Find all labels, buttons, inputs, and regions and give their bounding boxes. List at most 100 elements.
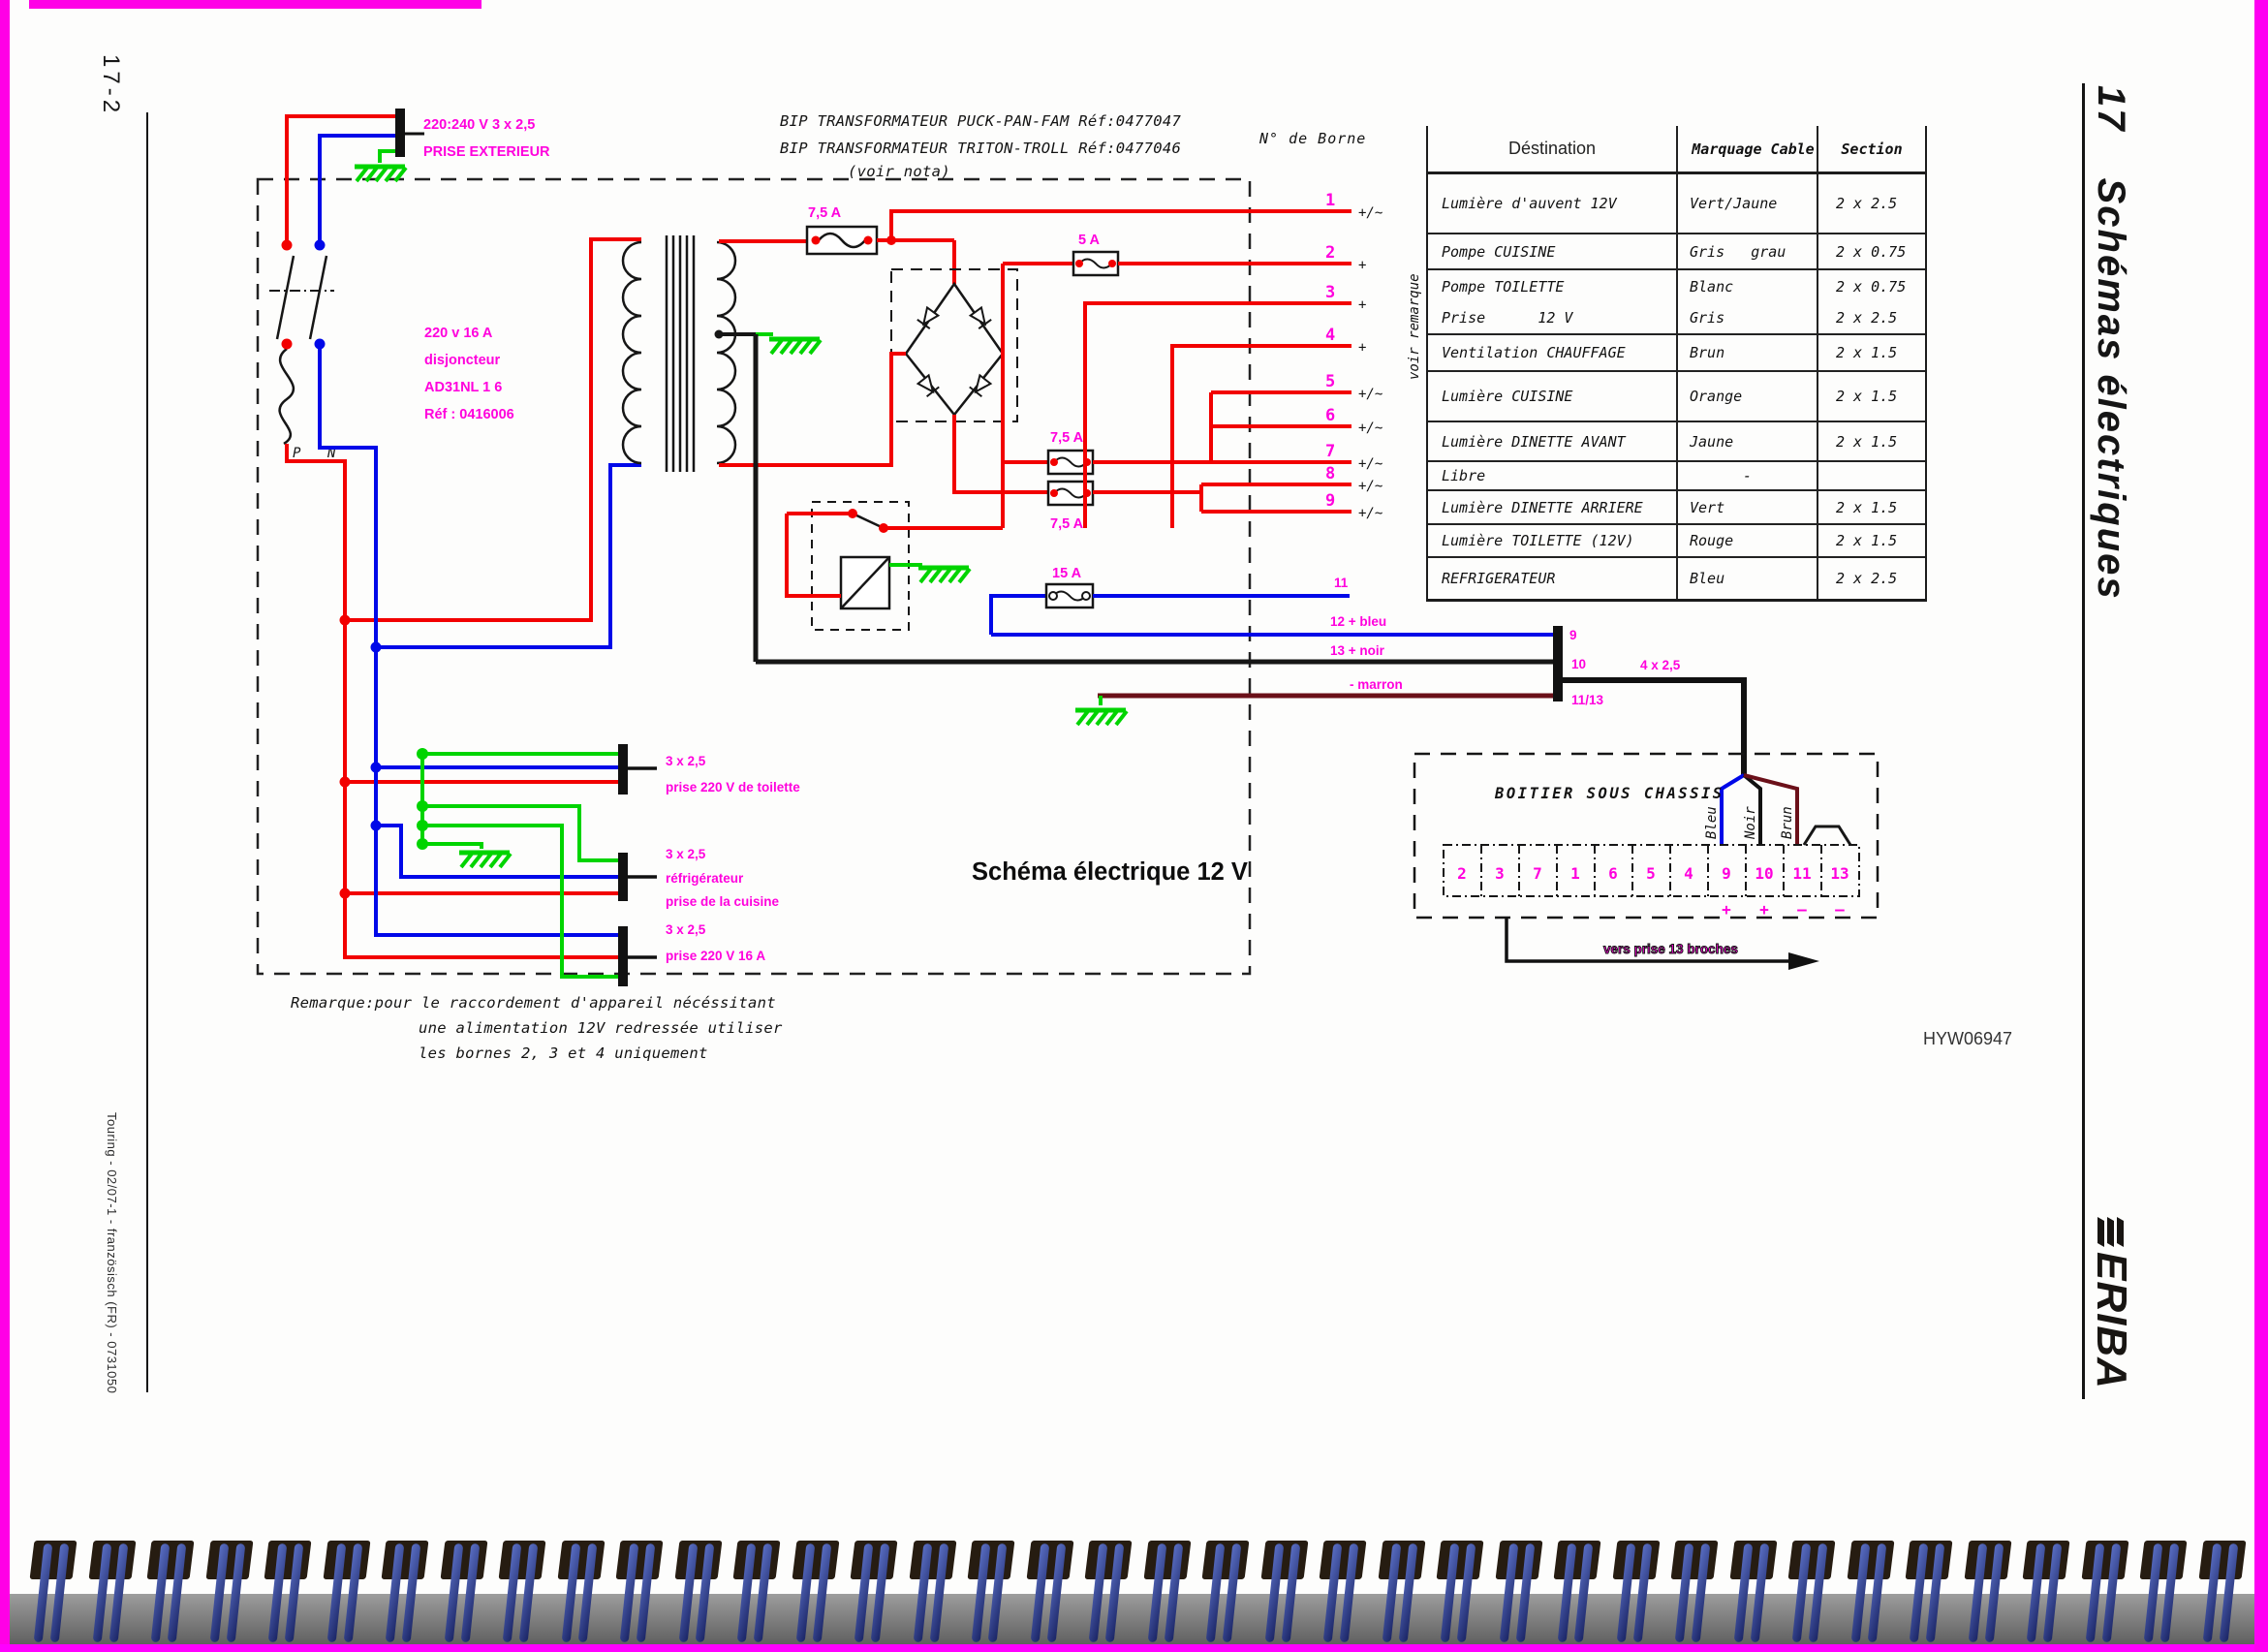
cell-marquage: Brun [1676, 335, 1817, 370]
link-11-label: 11 [1334, 576, 1349, 590]
chapter-number: 17 [2089, 85, 2132, 133]
socket2-size: 3 x 2,5 [666, 847, 706, 861]
breaker-label: 220 v 16 A disjoncteur AD31NL 1 6 Réf : … [424, 326, 514, 422]
pin-5: 5 [1646, 864, 1656, 883]
pin-3: 3 [1495, 864, 1505, 883]
bip-line-1: BIP TRANSFORMATEUR PUCK-PAN-FAM Réf:0477… [780, 112, 1182, 130]
borne-8-sym: +/~ [1358, 479, 1383, 494]
junction-1113-label: 11/13 [1571, 693, 1604, 707]
relay [787, 502, 1003, 630]
chapter-title: 17 Schémas électriques [2089, 85, 2132, 601]
table-header-marquage: Marquage Cable [1676, 126, 1817, 171]
borne-4: 4 [1325, 326, 1335, 345]
fuse-15a-label: 15 A [1052, 566, 1082, 581]
fuse-lower-label: 7,5 A [1050, 516, 1084, 532]
table-row: Lumière DINETTE AVANT Jaune 2 x 1.5 [1428, 422, 1925, 462]
socket2-label2: prise de la cuisine [666, 894, 780, 909]
cell-section: 2 x 1.5 [1817, 422, 1925, 460]
borne-7-sym: +/~ [1358, 456, 1383, 472]
drawing-code: HYW06947 [1923, 1029, 2012, 1049]
breaker-label-2: disjoncteur [424, 353, 501, 368]
socket-terminal-2 [618, 853, 628, 901]
cell-destination: REFRIGERATEUR [1428, 558, 1676, 599]
pin-2: 2 [1457, 864, 1467, 883]
pin-9: 9 [1722, 864, 1731, 883]
pin-13: 13 [1830, 864, 1849, 883]
mains-supply: 220:240 V 3 x 2,5 PRISE EXTERIEUR [287, 109, 550, 245]
breaker-label-3: AD31NL 1 6 [424, 380, 502, 395]
borne-5-sym: +/~ [1358, 387, 1383, 402]
transformer-note: BIP TRANSFORMATEUR PUCK-PAN-FAM Réf:0477… [780, 112, 1182, 180]
brand-logo: ERIBA [2083, 1219, 2143, 1424]
cell-destination: Pompe CUISINE [1428, 234, 1676, 268]
cell-destination: Lumière DINETTE AVANT [1428, 422, 1676, 460]
borne-7: 7 [1325, 442, 1335, 461]
cell-destination: Prise 12 V [1428, 302, 1676, 333]
wiring-schematic: 220:240 V 3 x 2,5 PRISE EXTERIEUR P N 22… [0, 0, 2268, 1652]
scan-border-right [2254, 0, 2268, 1652]
pin-1: 1 [1570, 864, 1580, 883]
cell-destination: Libre [1428, 462, 1676, 489]
table-row: Lumière TOILETTE (12V) Rouge 2 x 1.5 [1428, 525, 1925, 558]
borne-5: 5 [1325, 372, 1335, 391]
cell-section: 2 x 1.5 [1817, 372, 1925, 421]
remark-line-3: les bornes 2, 3 et 4 uniquement [419, 1044, 708, 1062]
scan-border-left [0, 0, 10, 1652]
borne-1: 1 [1325, 191, 1335, 210]
transformer [623, 235, 821, 472]
borne-6-sym: +/~ [1358, 421, 1383, 436]
bip-line-2: BIP TRANSFORMATEUR TRITON-TROLL Réf:0477… [780, 140, 1181, 157]
left-rule [146, 112, 148, 1392]
socket-terminal-3 [618, 926, 628, 986]
cell-section: 2 x 2.5 [1817, 174, 1925, 233]
borne-numbers: 1 +/~ 2 + 3 + 4 + 5 +/~ 6 +/~ 7 +/~ 8 +/… [1325, 191, 1422, 521]
cell-marquage: Blanc [1676, 270, 1817, 302]
fuse-5a: 5 A [1073, 233, 1118, 275]
breaker-label-4: Réf : 0416006 [424, 407, 514, 422]
cell-destination: Lumière d'auvent 12V [1428, 174, 1676, 233]
socket-terminal-1 [618, 744, 628, 795]
cell-marquage: Gris grau [1676, 234, 1817, 268]
table-header-borne: N° de Borne [1259, 130, 1366, 147]
cell-destination: Lumière CUISINE [1428, 372, 1676, 421]
borne-9: 9 [1325, 491, 1335, 511]
borne-1-sym: +/~ [1358, 205, 1383, 221]
socket1-size: 3 x 2,5 [666, 754, 706, 768]
diagram-caption: Schéma électrique 12 V [972, 858, 1248, 887]
borne-3: 3 [1325, 283, 1335, 302]
arrow-head-icon [1788, 952, 1819, 970]
table-header-row: Déstination Marquage Cable Section [1428, 126, 1925, 171]
cell-section: 2 x 2.5 [1817, 302, 1925, 333]
socket3-label: prise 220 V 16 A [666, 949, 765, 963]
pin-11: 11 [1792, 864, 1811, 883]
table-row: Pompe CUISINE Gris grau 2 x 0.75 [1428, 234, 1925, 270]
remark-note: Remarque:pour le raccordement d'appareil… [291, 994, 783, 1062]
ground-icon [355, 167, 406, 181]
wire-label-bleu: Bleu [1704, 806, 1720, 839]
ground-icon [459, 853, 511, 867]
supply-label-voltage: 220:240 V 3 x 2,5 [423, 117, 535, 133]
cell-marquage: Vert/Jaune [1676, 174, 1817, 233]
cell-marquage: Orange [1676, 372, 1817, 421]
boitier-title: BOITIER SOUS CHASSIS [1494, 785, 1724, 802]
borne-2-sym: + [1358, 258, 1366, 273]
borne-wiring [891, 211, 1351, 528]
bridge-rectifier [719, 264, 1073, 528]
table-header-destination: Déstination [1428, 126, 1676, 171]
sidebar-rule [2082, 83, 2085, 1399]
wire-label-brun: Brun [1780, 806, 1795, 839]
borne-4-sym: + [1358, 340, 1366, 356]
left-risers [287, 239, 641, 957]
link-marron-label: - marron [1350, 677, 1403, 692]
arrow-label: vers prise 13 broches [1603, 942, 1738, 956]
supply-label-prise: PRISE EXTERIEUR [423, 144, 550, 160]
supply-terminal-bar [395, 109, 405, 157]
pin-6: 6 [1608, 864, 1618, 883]
link-13-label: 13 + noir [1330, 643, 1385, 658]
cell-section: 2 x 1.5 [1817, 491, 1925, 523]
voir-remarque-note: voir remarque [1407, 273, 1422, 380]
fuse-top-label: 7,5 A [808, 205, 842, 221]
chapter-name: Schémas électriques [2090, 178, 2132, 601]
cell-marquage: Bleu [1676, 558, 1817, 599]
fuse-top-7-5a: 7,5 A [719, 205, 954, 284]
